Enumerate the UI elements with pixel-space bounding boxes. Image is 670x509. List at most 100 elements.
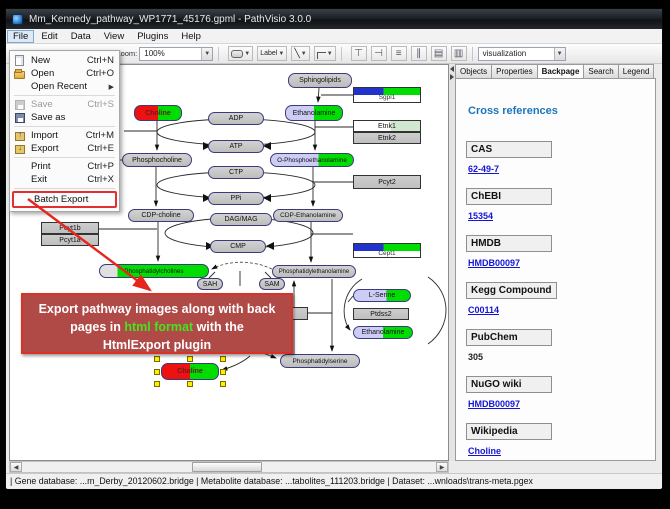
tab-objects[interactable]: Objects	[455, 64, 491, 79]
metabolite-node[interactable]: L-Serine	[353, 289, 411, 302]
metabolite-node[interactable]: Ethanolamine	[353, 326, 413, 339]
menu-edit[interactable]: Edit	[35, 30, 63, 43]
align-center-icon: ⊤	[354, 49, 363, 59]
menu-item-batch-export[interactable]: Batch Export	[14, 193, 115, 206]
app-icon	[12, 14, 23, 25]
gene-node[interactable]: Pcyt2	[353, 175, 421, 189]
collapse-left-icon[interactable]	[450, 66, 454, 72]
gene-node[interactable]: Etnk1	[353, 120, 421, 132]
scrollbar-thumb[interactable]	[192, 462, 262, 472]
metabolite-node[interactable]: Phosphatidylcholines	[99, 264, 209, 278]
metabolite-node[interactable]: ATP	[208, 140, 264, 153]
xref-link[interactable]: 15354	[468, 211, 645, 221]
xref-section-wikipedia: Wikipedia Choline	[466, 421, 645, 456]
gene-node[interactable]: Pcyt1a	[41, 234, 99, 246]
xref-section-nugo: NuGO wiki HMDB00097	[466, 374, 645, 409]
metabolite-node[interactable]: O-Phosphoethanolamine	[270, 153, 354, 167]
menu-item-open-recent[interactable]: Open Recent▶	[11, 80, 118, 93]
metabolite-node-choline[interactable]: Choline	[134, 105, 182, 121]
scroll-left-icon[interactable]: ◀	[10, 462, 22, 472]
chevron-down-icon[interactable]: ▼	[554, 48, 565, 60]
tab-properties[interactable]: Properties	[491, 64, 536, 79]
connector-tool-button[interactable]: ▼	[314, 46, 336, 61]
import-icon	[14, 130, 26, 142]
xref-section-kegg: Kegg Compound C00114	[466, 280, 645, 315]
xref-section-cas: CAS 62-49-7	[466, 139, 645, 174]
callout-highlight: html format	[124, 320, 193, 334]
metabolite-node[interactable]: Sphingolipids	[288, 73, 352, 88]
tab-legend[interactable]: Legend	[618, 64, 655, 79]
common-height-button[interactable]: ▥	[451, 46, 467, 61]
metabolite-node[interactable]: Phosphatidylethanolamine	[272, 265, 356, 278]
align-center-button[interactable]: ⊤	[351, 46, 367, 61]
metabolite-node[interactable]: CDP-choline	[128, 209, 194, 222]
tab-search[interactable]: Search	[583, 64, 617, 79]
datanode-tool-button[interactable]: ▼	[228, 46, 253, 61]
menu-item-export[interactable]: ExportCtrl+E	[11, 142, 118, 155]
menu-plugins[interactable]: Plugins	[131, 30, 174, 43]
label-tool-text: Label	[260, 50, 277, 57]
menu-item-exit[interactable]: ExitCtrl+X	[11, 173, 118, 186]
gene-node[interactable]: Pcyt1b	[41, 222, 99, 234]
menu-item-new[interactable]: NewCtrl+N	[11, 54, 118, 67]
collapse-right-icon[interactable]	[450, 74, 454, 80]
horizontal-scrollbar[interactable]: ◀ ▶	[9, 461, 449, 473]
metabolite-node[interactable]: PPi	[208, 192, 264, 205]
chevron-down-icon: ▼	[278, 51, 284, 57]
menu-data[interactable]: Data	[65, 30, 97, 43]
menu-item-open[interactable]: OpenCtrl+O	[11, 67, 118, 80]
cross-references-heading: Cross references	[468, 105, 645, 117]
xref-section-pubchem: PubChem 305	[466, 327, 645, 362]
metabolite-node[interactable]: CMP	[210, 240, 266, 253]
menu-item-import[interactable]: ImportCtrl+M	[11, 129, 118, 142]
menu-item-save-as[interactable]: Save as	[11, 111, 118, 124]
app-window: Mm_Kennedy_pathway_WP1771_45176.gpml - P…	[5, 8, 663, 490]
batch-export-highlight: Batch Export	[12, 191, 117, 208]
xref-link[interactable]: 62-49-7	[468, 164, 645, 174]
stack-horizontal-icon: ∥	[416, 49, 421, 59]
scroll-right-icon[interactable]: ▶	[436, 462, 448, 472]
xref-title: PubChem	[466, 329, 552, 346]
menu-help[interactable]: Help	[175, 30, 207, 43]
metabolite-node[interactable]: DAG/MAG	[210, 213, 272, 226]
metabolite-node[interactable]: SAH	[197, 278, 223, 290]
menu-separator	[14, 95, 115, 96]
menu-view[interactable]: View	[98, 30, 130, 43]
chevron-down-icon[interactable]: ▼	[201, 48, 212, 60]
gene-node-cept1[interactable]: Cept1	[353, 243, 421, 258]
side-panel-tabs: Objects Properties Backpage Search Legen…	[455, 64, 656, 79]
stack-horizontal-button[interactable]: ∥	[411, 46, 427, 61]
stack-vertical-button[interactable]: ≡	[391, 46, 407, 61]
menu-file[interactable]: File	[7, 30, 34, 43]
common-height-icon: ▥	[454, 49, 463, 59]
xref-link[interactable]: Choline	[468, 446, 645, 456]
xref-link[interactable]: C00114	[468, 305, 645, 315]
xref-title: HMDB	[466, 235, 552, 252]
metabolite-node[interactable]: SAM	[259, 278, 285, 290]
label-tool-button[interactable]: Label▼	[257, 46, 287, 61]
gene-node[interactable]: Ptdss2	[353, 308, 409, 320]
common-width-button[interactable]: ▤	[431, 46, 447, 61]
menu-separator	[14, 157, 115, 158]
xref-link[interactable]: HMDB00097	[468, 258, 645, 268]
xref-section-chebi: ChEBI 15354	[466, 186, 645, 221]
gene-node[interactable]: Etnk2	[353, 132, 421, 144]
xref-link[interactable]: HMDB00097	[468, 399, 645, 409]
tab-backpage[interactable]: Backpage	[537, 64, 584, 79]
xref-title: Kegg Compound	[466, 282, 557, 299]
metabolite-node[interactable]: Phosphatidylserine	[280, 354, 360, 368]
gene-node-sgpl1[interactable]: Sgpl1	[353, 87, 421, 103]
metabolite-node-selected[interactable]: Choline	[161, 363, 219, 380]
metabolite-node[interactable]: Ethanolamine	[285, 105, 343, 121]
menu-item-print[interactable]: PrintCtrl+P	[11, 160, 118, 173]
align-middle-button[interactable]: ⊣	[371, 46, 387, 61]
status-text: | Gene database: ...m_Derby_20120602.bri…	[10, 476, 533, 486]
metabolite-node[interactable]: ADP	[208, 112, 264, 125]
zoom-combobox[interactable]: 100% ▼	[139, 47, 213, 61]
line-tool-button[interactable]: ╲▼	[291, 46, 309, 61]
metabolite-node[interactable]: CTP	[208, 166, 264, 179]
menu-separator	[14, 188, 115, 189]
metabolite-node[interactable]: CDP-Ethanolamine	[273, 209, 343, 222]
visualization-combobox[interactable]: visualization ▼	[478, 47, 566, 61]
metabolite-node[interactable]: Phosphocholine	[122, 153, 192, 167]
